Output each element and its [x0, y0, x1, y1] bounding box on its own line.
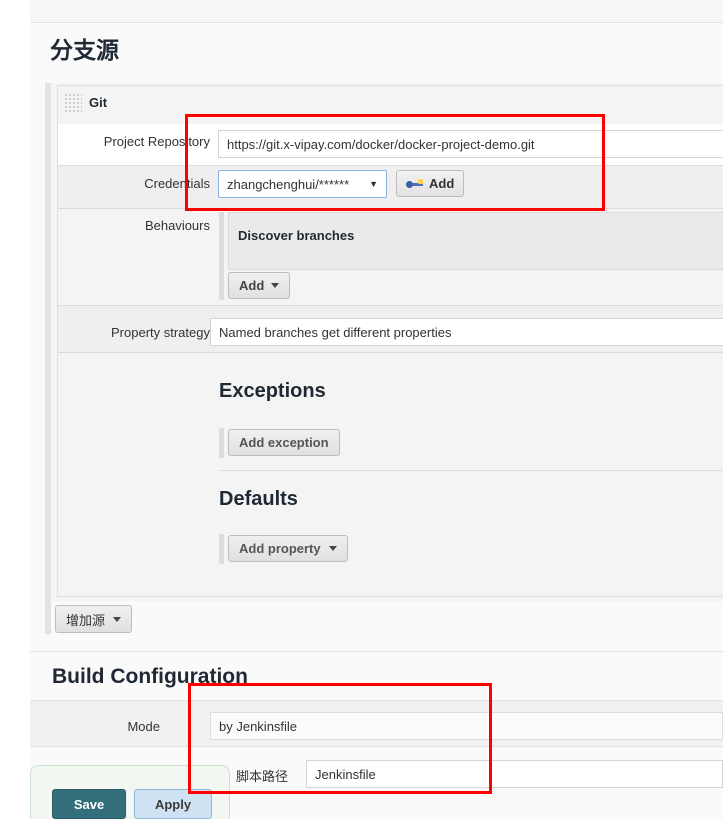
drag-handle-icon[interactable] — [64, 93, 82, 113]
property-strategy-label: Property strategy — [60, 325, 210, 340]
credentials-label: Credentials — [60, 176, 210, 191]
property-strategy-select[interactable]: Named branches get different properties — [210, 318, 723, 346]
exceptions-gutter — [219, 428, 224, 458]
add-source-gutter — [45, 601, 51, 634]
add-exception-button[interactable]: Add exception — [228, 429, 340, 456]
script-path-input[interactable]: Jenkinsfile — [306, 760, 723, 788]
credentials-select[interactable]: zhangchenghui/****** ▼ — [218, 170, 387, 198]
add-property-label: Add property — [239, 541, 321, 556]
top-strip — [30, 0, 723, 22]
mode-label: Mode — [52, 719, 160, 734]
exceptions-defaults-divider — [219, 470, 723, 471]
jenkins-config-screen: 分支源 Git Project Repository https://git.x… — [0, 0, 723, 819]
behaviours-gutter — [219, 212, 224, 300]
add-property-button[interactable]: Add property — [228, 535, 348, 562]
build-configuration-heading: Build Configuration — [52, 665, 248, 689]
defaults-gutter — [219, 534, 224, 564]
key-icon — [406, 178, 424, 190]
add-source-label: 增加源 — [66, 610, 105, 629]
project-repository-input[interactable]: https://git.x-vipay.com/docker/docker-pr… — [218, 130, 723, 158]
add-credentials-button[interactable]: Add — [396, 170, 464, 197]
behaviour-item-label: Discover branches — [238, 228, 354, 243]
defaults-heading: Defaults — [219, 488, 298, 511]
chevron-down-icon: ▼ — [369, 179, 378, 189]
credentials-selected-value: zhangchenghui/****** — [227, 177, 349, 192]
source-type-label: Git — [89, 95, 107, 110]
add-exception-label: Add exception — [239, 435, 329, 450]
source-gutter — [45, 83, 51, 601]
add-credentials-label: Add — [429, 176, 454, 191]
add-behaviour-label: Add — [239, 278, 264, 293]
add-source-button[interactable]: 增加源 — [55, 605, 132, 633]
caret-down-icon — [113, 617, 121, 622]
caret-down-icon — [329, 546, 337, 551]
apply-button[interactable]: Apply — [134, 789, 212, 819]
exceptions-heading: Exceptions — [219, 380, 326, 403]
top-divider — [30, 22, 723, 23]
caret-down-icon — [271, 283, 279, 288]
script-path-label: 脚本路径 — [236, 766, 288, 785]
behaviours-label: Behaviours — [60, 218, 210, 233]
save-button[interactable]: Save — [52, 789, 126, 819]
mode-select[interactable]: by Jenkinsfile — [210, 712, 723, 740]
add-behaviour-button[interactable]: Add — [228, 272, 290, 299]
project-repository-label: Project Repository — [60, 134, 210, 149]
branch-sources-heading: 分支源 — [50, 31, 119, 65]
build-configuration-divider — [30, 651, 723, 652]
